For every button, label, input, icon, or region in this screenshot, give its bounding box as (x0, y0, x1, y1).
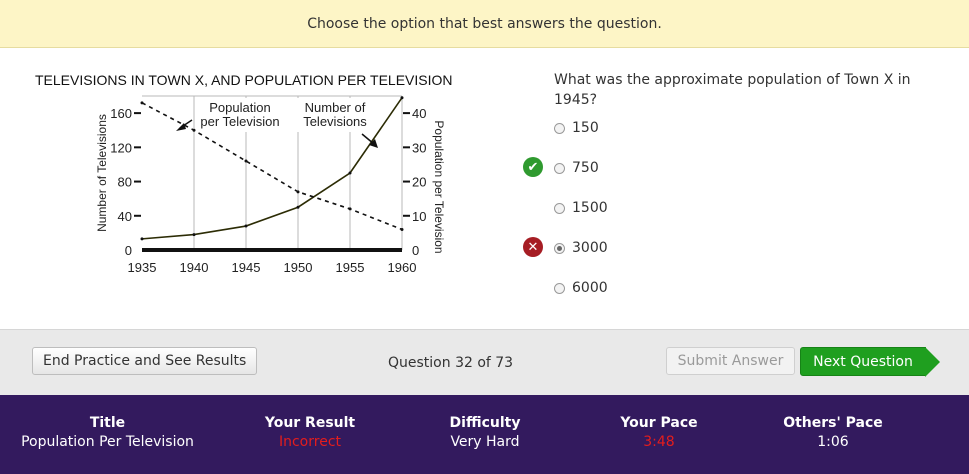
data-point (140, 101, 144, 105)
data-point (192, 128, 196, 132)
right-tick-label: 0 (412, 243, 419, 258)
data-point (348, 207, 352, 211)
right-tick-label: 30 (412, 140, 426, 155)
data-point (296, 190, 300, 194)
stat-value: Population Per Television (21, 434, 194, 450)
stat-value: 1:06 (817, 434, 849, 450)
data-point (140, 237, 144, 241)
x-tick-label: 1950 (284, 260, 313, 275)
x-tick-label: 1955 (336, 260, 365, 275)
action-bar: End Practice and See Results Question 32… (0, 329, 969, 395)
population-annotation-line1: Population (209, 100, 270, 115)
answer-option-3[interactable]: 1500 (554, 198, 608, 218)
correct-check-icon: ✔ (523, 157, 543, 177)
stat-header: Difficulty (449, 415, 521, 431)
option-label: 750 (572, 160, 599, 176)
stat-header: Your Pace (620, 415, 698, 431)
data-point (348, 171, 352, 175)
option-label: 150 (572, 120, 599, 136)
population-annotation-line2: per Television (200, 114, 279, 129)
right-axis-title: Population per Television (432, 120, 446, 253)
stat-value: 3:48 (643, 434, 675, 450)
radio-button-selected[interactable] (554, 242, 565, 254)
stat-your-pace: Your Pace 3:48 (565, 415, 753, 450)
stats-footer: Title Population Per Television Your Res… (0, 395, 969, 474)
question-panel: TELEVISIONS IN TOWN X, AND POPULATION PE… (0, 48, 969, 329)
x-tick-label: 1945 (232, 260, 261, 275)
submit-answer-button[interactable]: Submit Answer (666, 347, 795, 375)
option-label: 3000 (572, 240, 608, 256)
chart-title: TELEVISIONS IN TOWN X, AND POPULATION PE… (35, 72, 453, 88)
instruction-banner: Choose the option that best answers the … (0, 0, 969, 48)
stat-header: Your Result (264, 415, 356, 431)
left-tick-label: 0 (125, 243, 132, 258)
answer-option-2[interactable]: 750 (554, 158, 599, 178)
answer-option-5[interactable]: 6000 (554, 278, 608, 298)
data-point (400, 227, 404, 231)
left-tick-label: 80 (118, 175, 132, 190)
x-tick-label: 1960 (388, 260, 417, 275)
next-question-button[interactable]: Next Question (800, 347, 926, 376)
tv-annotation-line1: Number of (305, 100, 366, 115)
option-label: 1500 (572, 200, 608, 216)
radio-button[interactable] (554, 162, 565, 174)
data-point (244, 159, 248, 163)
radio-button[interactable] (554, 202, 565, 214)
stat-header: Others' Pace (783, 415, 883, 431)
end-practice-button[interactable]: End Practice and See Results (32, 347, 258, 375)
radio-button[interactable] (554, 282, 565, 294)
stat-result: Your Result Incorrect (215, 415, 405, 450)
stat-title: Title Population Per Television (0, 415, 215, 450)
question-counter: Question 32 of 73 (388, 355, 514, 371)
tv-annotation-line2: Televisions (303, 114, 367, 129)
stat-difficulty: Difficulty Very Hard (405, 415, 565, 450)
data-point (296, 205, 300, 209)
instruction-text: Choose the option that best answers the … (307, 15, 662, 32)
radio-button[interactable] (554, 122, 565, 134)
right-tick-label: 10 (412, 209, 426, 224)
x-tick-label: 1935 (128, 260, 157, 275)
stat-value: Incorrect (278, 434, 342, 450)
stat-others-pace: Others' Pace 1:06 (753, 415, 913, 450)
next-arrow-icon[interactable] (925, 347, 940, 377)
option-label: 6000 (572, 280, 608, 296)
right-tick-label: 40 (412, 106, 426, 121)
left-tick-label: 40 (118, 209, 132, 224)
question-text: What was the approximate population of T… (554, 72, 911, 108)
right-tick-label: 20 (412, 175, 426, 190)
left-tick-label: 160 (110, 106, 132, 121)
left-axis-title: Number of Televisions (95, 114, 109, 232)
stat-value: Very Hard (450, 434, 520, 450)
data-point (192, 233, 196, 237)
answer-option-4[interactable]: 3000 (554, 238, 608, 258)
stat-header: Title (89, 415, 126, 431)
data-point (400, 96, 404, 100)
answer-option-1[interactable]: 150 (554, 118, 599, 138)
x-tick-label: 1940 (180, 260, 209, 275)
incorrect-x-icon: ✕ (523, 237, 543, 257)
left-tick-label: 120 (110, 140, 132, 155)
line-chart: 0 40 80 120 160 0 10 20 30 40 1935 1940 1945 1950 1955… (95, 95, 446, 275)
data-point (244, 224, 248, 228)
